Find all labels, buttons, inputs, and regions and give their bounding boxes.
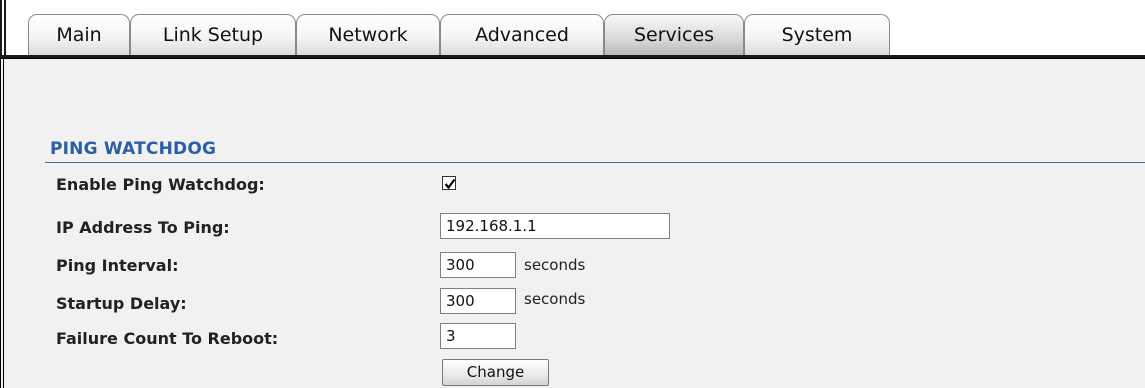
startup-delay-input[interactable]	[440, 288, 516, 314]
tab-main[interactable]: Main	[28, 14, 130, 55]
change-button[interactable]: Change	[442, 359, 549, 386]
enable-ping-watchdog-checkbox[interactable]	[442, 176, 456, 190]
failure-count-label: Failure Count To Reboot:	[56, 329, 279, 348]
page: Main Link Setup Network Advanced Service…	[0, 0, 1145, 388]
tab-link-setup[interactable]: Link Setup	[130, 14, 296, 55]
ping-interval-unit: seconds	[524, 256, 586, 274]
frame-edge	[0, 0, 2, 56]
ip-address-input[interactable]	[440, 213, 670, 239]
content-panel-top-border	[0, 58, 1145, 59]
ping-interval-input[interactable]	[440, 252, 516, 278]
tab-advanced[interactable]: Advanced	[440, 14, 604, 55]
tab-system[interactable]: System	[744, 14, 890, 55]
frame-edge-inner	[4, 0, 6, 56]
tab-services[interactable]: Services	[604, 14, 744, 55]
tab-network[interactable]: Network	[296, 14, 440, 55]
tab-bar: Main Link Setup Network Advanced Service…	[0, 0, 1145, 58]
startup-delay-label: Startup Delay:	[56, 294, 187, 313]
startup-delay-unit: seconds	[524, 290, 586, 308]
failure-count-input[interactable]	[440, 323, 516, 349]
ping-interval-label: Ping Interval:	[56, 256, 179, 275]
section-title: PING WATCHDOG	[50, 139, 217, 159]
ip-address-label: IP Address To Ping:	[56, 218, 230, 237]
checkmark-icon	[444, 178, 456, 190]
enable-ping-watchdog-label: Enable Ping Watchdog:	[56, 175, 265, 194]
section-divider	[45, 162, 1145, 163]
